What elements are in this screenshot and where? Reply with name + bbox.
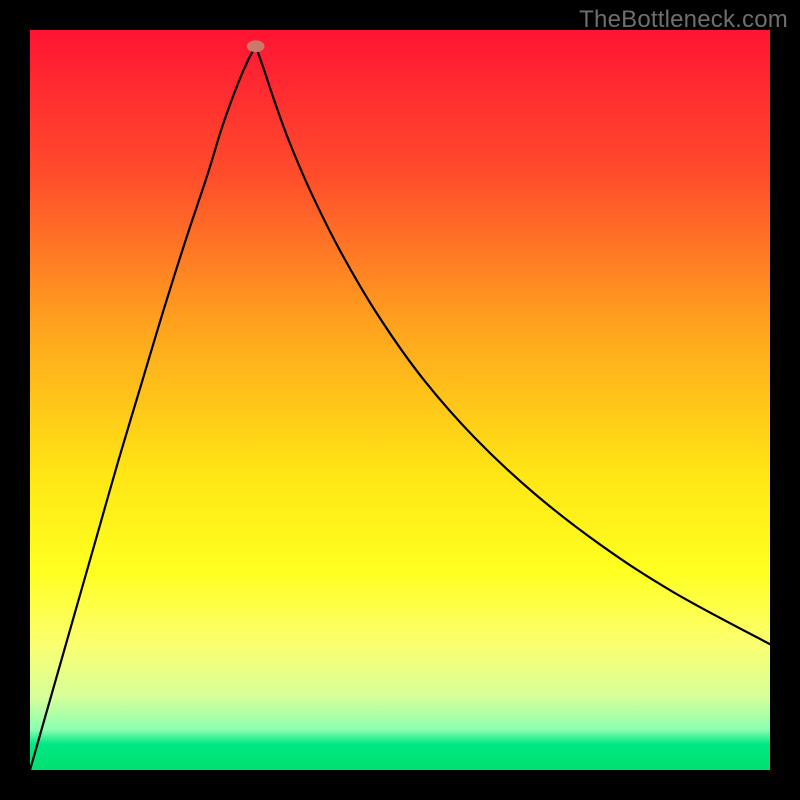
chart-svg — [30, 30, 770, 770]
bottleneck-chart — [30, 30, 770, 770]
gradient-background — [30, 30, 770, 770]
bottleneck-marker — [247, 40, 265, 52]
